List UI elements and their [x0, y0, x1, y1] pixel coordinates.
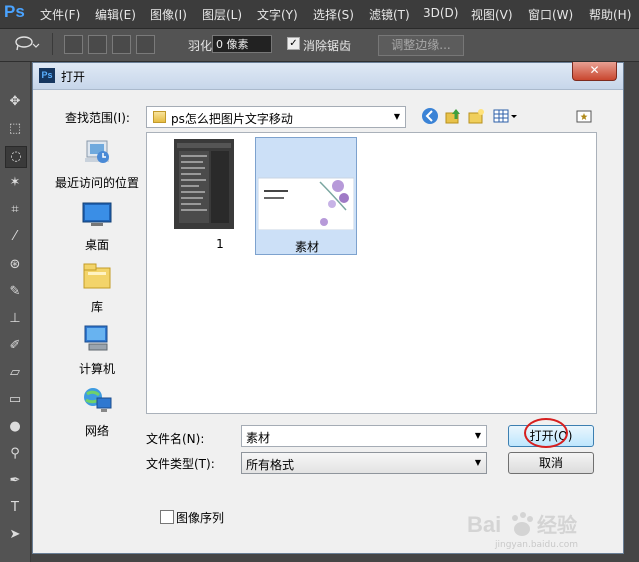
new-selection-icon[interactable]	[64, 35, 83, 54]
refine-edge-button[interactable]: 调整边缘...	[378, 35, 464, 56]
lookin-label: 查找范围(I):	[65, 111, 130, 125]
file-name: 素材	[294, 240, 319, 254]
place-libraries[interactable]: 库	[53, 262, 141, 322]
history-brush-tool-icon[interactable]: ✐	[5, 336, 25, 356]
highlight-annotation	[524, 418, 568, 448]
file-list: 1 素材	[146, 132, 597, 414]
magic-wand-tool-icon[interactable]: ✶	[5, 173, 25, 193]
photoshop-icon: Ps	[39, 68, 55, 83]
dodge-tool-icon[interactable]: ⚲	[5, 444, 25, 464]
lasso-tool-icon[interactable]: ◌	[5, 146, 27, 168]
bridge-icon[interactable]	[574, 107, 594, 127]
filetype-label: 文件类型(T):	[146, 457, 215, 471]
antialias-checkbox[interactable]: ✓	[287, 37, 300, 50]
path-selection-tool-icon[interactable]: ➤	[5, 525, 25, 545]
filename-label: 文件名(N):	[146, 432, 205, 446]
places-bar: 最近访问的位置 桌面 库 计算机 网络	[53, 132, 141, 489]
add-selection-icon[interactable]	[88, 35, 107, 54]
libraries-icon	[83, 263, 111, 289]
chevron-down-icon[interactable]: ▼	[475, 431, 481, 440]
place-label: 桌面	[84, 238, 109, 252]
network-icon	[84, 388, 112, 412]
menu-file[interactable]: 文件(F)	[40, 6, 80, 23]
blur-tool-icon[interactable]: ●	[5, 417, 25, 437]
file-item-selected[interactable]: 素材	[255, 137, 357, 255]
dialog-titlebar[interactable]: Ps 打开 ✕	[33, 62, 623, 90]
feather-input[interactable]: 0 像素	[212, 35, 272, 53]
close-button[interactable]: ✕	[572, 62, 617, 81]
pen-tool-icon[interactable]: ✒	[5, 471, 25, 491]
menu-filter[interactable]: 滤镜(T)	[369, 6, 410, 23]
file-thumbnail	[258, 177, 354, 230]
type-tool-icon[interactable]: T	[5, 498, 25, 518]
watermark-url: jingyan.baidu.com	[495, 540, 579, 550]
chevron-down-icon: ▼	[474, 458, 481, 467]
place-label: 库	[90, 300, 103, 314]
eyedropper-tool-icon[interactable]: ⁄	[5, 227, 25, 247]
place-recent[interactable]: 最近访问的位置	[53, 138, 141, 198]
intersect-selection-icon[interactable]	[136, 35, 155, 54]
menu-3d[interactable]: 3D(D)	[423, 6, 458, 20]
menu-layer[interactable]: 图层(L)	[202, 6, 242, 23]
options-bar: 羽化: 0 像素 ✓ 消除锯齿 调整边缘...	[0, 29, 639, 62]
eraser-tool-icon[interactable]: ▱	[5, 363, 25, 383]
new-folder-icon[interactable]	[466, 107, 486, 127]
crop-tool-icon[interactable]: ⌗	[5, 200, 25, 220]
image-sequence-label: 图像序列	[176, 511, 225, 525]
lasso-preset-icon[interactable]	[14, 35, 42, 56]
svg-text:经验: 经验	[537, 513, 577, 537]
dialog-title: 打开	[61, 70, 86, 84]
move-tool-icon[interactable]: ✥	[5, 92, 25, 112]
menu-type[interactable]: 文字(Y)	[257, 6, 298, 23]
file-thumbnail	[174, 139, 234, 229]
place-network[interactable]: 网络	[53, 386, 141, 446]
chevron-down-icon: ▼	[393, 112, 400, 121]
lookin-dropdown[interactable]: ps怎么把图片文字移动 ▼	[146, 106, 406, 128]
place-label: 最近访问的位置	[54, 176, 139, 190]
menu-window[interactable]: 窗口(W)	[528, 6, 573, 23]
filetype-value: 所有格式	[246, 458, 295, 472]
lookin-value: ps怎么把图片文字移动	[171, 112, 293, 126]
folder-icon	[153, 111, 166, 123]
gradient-tool-icon[interactable]: ▭	[5, 390, 25, 410]
menu-view[interactable]: 视图(V)	[471, 6, 513, 23]
cancel-button[interactable]: 取消	[508, 452, 594, 474]
menu-image[interactable]: 图像(I)	[150, 6, 187, 23]
recent-places-icon	[85, 140, 109, 163]
healing-tool-icon[interactable]: ⊛	[5, 255, 25, 275]
filetype-dropdown[interactable]: 所有格式 ▼	[241, 452, 487, 474]
open-dialog: Ps 打开 ✕ 查找范围(I): ps怎么把图片文字移动 ▼ 最近访问的位置 桌…	[32, 62, 624, 554]
marquee-tool-icon[interactable]: ⬚	[5, 119, 25, 139]
desktop-icon	[82, 202, 112, 226]
photoshop-logo: Ps	[4, 2, 25, 21]
menu-help[interactable]: 帮助(H)	[589, 6, 631, 23]
menu-select[interactable]: 选择(S)	[313, 6, 354, 23]
subtract-selection-icon[interactable]	[112, 35, 131, 54]
place-label: 计算机	[78, 362, 115, 376]
place-computer[interactable]: 计算机	[53, 324, 141, 384]
menu-edit[interactable]: 编辑(E)	[95, 6, 136, 23]
computer-icon	[84, 325, 108, 351]
tool-panel: ✥ ⬚ ◌ ✶ ⌗ ⁄ ⊛ ✎ ⊥ ✐ ▱ ▭ ● ⚲ ✒ T ➤	[0, 62, 31, 562]
back-icon[interactable]	[420, 107, 440, 127]
brush-tool-icon[interactable]: ✎	[5, 282, 25, 302]
filename-input[interactable]: 素材 ▼	[241, 425, 487, 447]
stamp-tool-icon[interactable]: ⊥	[5, 309, 25, 329]
svg-text:Bai: Bai	[467, 512, 501, 537]
up-folder-icon[interactable]	[443, 107, 463, 127]
place-label: 网络	[84, 424, 109, 438]
menu-bar: Ps 文件(F) 编辑(E) 图像(I) 图层(L) 文字(Y) 选择(S) 滤…	[0, 0, 639, 29]
baidu-logo-icon: Bai 经验	[467, 512, 577, 537]
filename-value: 素材	[246, 431, 271, 445]
image-sequence-checkbox[interactable]	[160, 510, 174, 524]
place-desktop[interactable]: 桌面	[53, 200, 141, 260]
antialias-label: 消除锯齿	[303, 39, 352, 53]
view-menu-icon[interactable]	[492, 107, 518, 127]
